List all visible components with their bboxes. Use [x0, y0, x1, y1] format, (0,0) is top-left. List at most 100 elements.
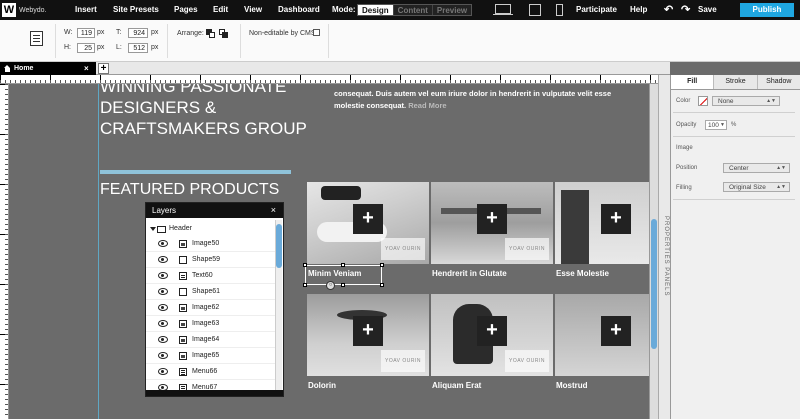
expand-button[interactable]: + [477, 204, 507, 234]
cms-checkbox[interactable] [313, 29, 320, 36]
product-tile[interactable]: + YOAV OURIN [307, 294, 429, 376]
menu-pages[interactable]: Pages [174, 0, 198, 20]
layers-header[interactable]: Layers × [146, 203, 283, 218]
canvas-scroll-thumb[interactable] [651, 219, 657, 349]
layer-row[interactable]: Shape61 [146, 284, 275, 300]
expand-button[interactable]: + [353, 204, 383, 234]
product-name[interactable]: Mostrud [556, 381, 588, 390]
selection-box[interactable] [305, 265, 382, 285]
collapse-triangle-icon[interactable] [150, 227, 156, 231]
resize-handle[interactable] [380, 263, 384, 267]
layer-row[interactable]: Shape59 [146, 252, 275, 268]
mode-preview[interactable]: Preview [431, 5, 472, 15]
undo-icon[interactable]: ↶ [664, 0, 673, 20]
send-backward-icon[interactable] [219, 29, 228, 38]
layer-row[interactable]: Image62 [146, 300, 275, 316]
resize-handle[interactable] [380, 283, 384, 287]
design-canvas[interactable]: WINNING PASSIONATE DESIGNERS & CRAFTSMAK… [9, 84, 649, 419]
top-input[interactable]: 924 [128, 28, 148, 38]
expand-button[interactable]: + [601, 316, 631, 346]
product-tile[interactable]: + YOAV OURIN [431, 294, 553, 376]
layer-row[interactable]: Menu66 [146, 364, 275, 380]
resize-handle[interactable] [303, 283, 307, 287]
product-name[interactable]: Dolorin [308, 381, 336, 390]
participate-link[interactable]: Participate [576, 0, 617, 20]
canvas-vertical-scrollbar[interactable] [649, 84, 658, 419]
visibility-eye-icon[interactable] [158, 240, 168, 247]
color-dropdown[interactable]: None ▲▼ [712, 96, 780, 106]
webydo-logo[interactable]: W Webydo. [0, 0, 48, 20]
layers-scrollbar[interactable] [275, 220, 282, 392]
visibility-eye-icon[interactable] [158, 368, 168, 375]
product-tile[interactable]: + YOAV OURIN [307, 182, 429, 264]
left-input[interactable]: 512 [128, 43, 148, 53]
tablet-view-icon[interactable] [528, 4, 542, 16]
vertical-ruler[interactable] [0, 84, 9, 419]
add-tab-button[interactable]: + [98, 63, 109, 74]
featured-products-title[interactable]: FEATURED PRODUCTS [100, 181, 279, 199]
resize-handle[interactable] [341, 283, 345, 287]
visibility-eye-icon[interactable] [158, 304, 168, 311]
visibility-eye-icon[interactable] [158, 272, 168, 279]
product-tile[interactable]: + [555, 182, 649, 264]
layer-row[interactable]: Text60 [146, 268, 275, 284]
visibility-eye-icon[interactable] [158, 288, 168, 295]
expand-button[interactable]: + [477, 316, 507, 346]
layer-row[interactable]: Image63 [146, 316, 275, 332]
redo-icon[interactable]: ↷ [681, 0, 690, 20]
layers-panel[interactable]: Layers × Header Image50 Shape59 Text60 Shap… [145, 202, 284, 397]
expand-button[interactable]: + [601, 204, 631, 234]
mode-design[interactable]: Design [358, 5, 393, 15]
visibility-eye-icon[interactable] [158, 352, 168, 359]
tab-stroke[interactable]: Stroke [714, 75, 758, 89]
product-tile[interactable]: + [555, 294, 649, 376]
filling-dropdown[interactable]: Original Size ▲▼ [723, 182, 790, 192]
desktop-view-icon[interactable] [493, 4, 513, 16]
color-swatch[interactable] [698, 96, 708, 106]
layers-scroll-thumb[interactable] [276, 224, 282, 268]
resize-handle[interactable] [303, 263, 307, 267]
opacity-input[interactable]: 100 ▼ [705, 120, 727, 130]
product-tile[interactable]: + YOAV OURIN [431, 182, 553, 264]
save-button[interactable]: Save [698, 0, 717, 20]
properties-side-tab[interactable]: PROPERTIES PANELS [658, 75, 670, 419]
menu-edit[interactable]: Edit [213, 0, 228, 20]
bring-forward-icon[interactable] [206, 29, 215, 38]
layer-group-header[interactable]: Header [146, 222, 275, 236]
publish-button[interactable]: Publish [740, 3, 794, 17]
product-name[interactable]: Hendrerit in Glutate [432, 269, 507, 278]
tab-close-icon[interactable]: × [84, 62, 89, 75]
visibility-eye-icon[interactable] [158, 256, 168, 263]
page-settings-icon[interactable] [30, 31, 43, 46]
product-name[interactable]: Esse Molestie [556, 269, 609, 278]
mobile-view-icon[interactable] [556, 4, 564, 16]
product-name[interactable]: Aliquam Erat [432, 381, 481, 390]
accent-bar[interactable] [100, 170, 291, 174]
tab-fill[interactable]: Fill [671, 75, 715, 89]
layer-row[interactable]: Image64 [146, 332, 275, 348]
position-dropdown[interactable]: Center ▲▼ [723, 163, 790, 173]
tab-shadow[interactable]: Shadow [757, 75, 800, 89]
read-more-link[interactable]: Read More [408, 101, 446, 110]
height-input[interactable]: 25 [77, 43, 95, 53]
visibility-eye-icon[interactable] [158, 336, 168, 343]
width-input[interactable]: 119 [77, 28, 95, 38]
expand-button[interactable]: + [353, 316, 383, 346]
help-link[interactable]: Help [630, 0, 647, 20]
visibility-eye-icon[interactable] [158, 320, 168, 327]
layers-close-icon[interactable]: × [271, 203, 276, 218]
horizontal-ruler[interactable] [0, 75, 660, 84]
layer-row[interactable]: Image65 [146, 348, 275, 364]
rotate-handle-icon[interactable]: ○ [326, 281, 335, 290]
layer-row[interactable]: Image50 [146, 236, 275, 252]
menu-site-presets[interactable]: Site Presets [113, 0, 159, 20]
menu-view[interactable]: View [244, 0, 262, 20]
guide-line[interactable] [98, 84, 99, 419]
tab-home[interactable]: Home × [0, 62, 96, 75]
menu-dashboard[interactable]: Dashboard [278, 0, 320, 20]
menu-insert[interactable]: Insert [75, 0, 97, 20]
mode-content[interactable]: Content [392, 5, 432, 15]
resize-handle[interactable] [341, 263, 345, 267]
intro-text[interactable]: consequat. Duis autem vel eum iriure dol… [334, 88, 634, 112]
hero-heading[interactable]: WINNING PASSIONATE DESIGNERS & CRAFTSMAK… [100, 84, 320, 139]
